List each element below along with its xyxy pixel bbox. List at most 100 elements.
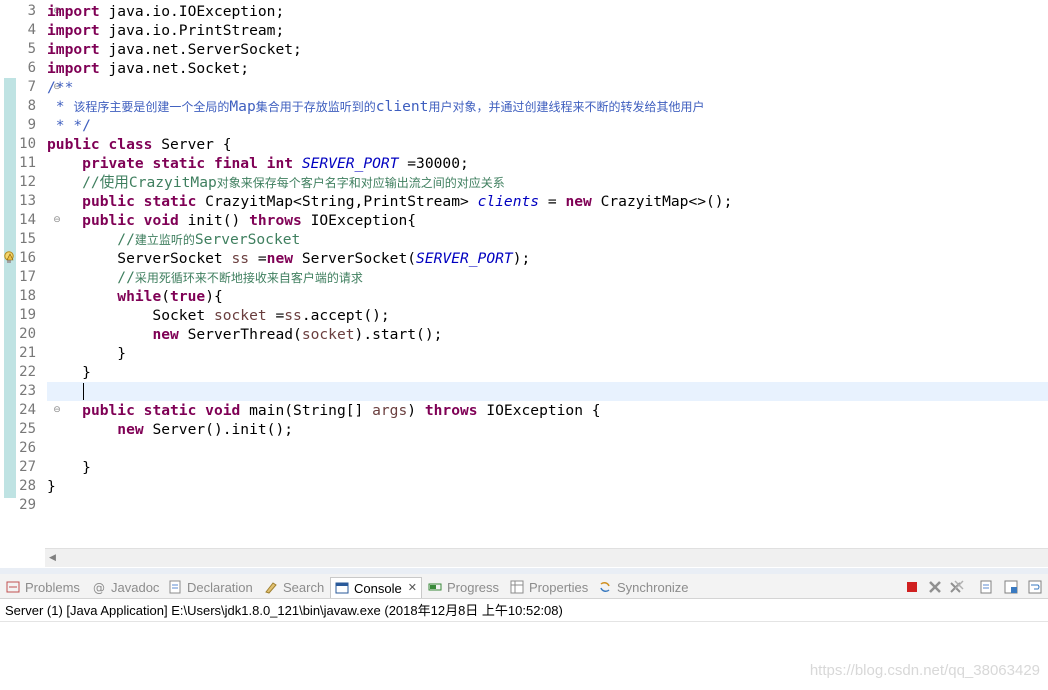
code-token: * xyxy=(47,98,74,115)
code-token: IOException { xyxy=(477,402,601,419)
line-number: 12 xyxy=(19,174,36,190)
line-number: 7 xyxy=(27,79,36,95)
line-number: 13 xyxy=(19,193,36,209)
tab-search[interactable]: Search xyxy=(264,577,324,597)
problems-icon xyxy=(6,580,20,594)
clear-console-icon[interactable] xyxy=(978,579,994,595)
code-token: public class xyxy=(47,136,153,153)
code-line[interactable]: ServerSocket ss =new ServerSocket(SERVER… xyxy=(47,249,1048,268)
code-token: IOException{ xyxy=(301,212,417,229)
code-line[interactable]: public static CrazyitMap<String,PrintStr… xyxy=(47,192,1048,211)
code-token: args xyxy=(372,402,408,419)
code-token: 建立监听的 xyxy=(134,233,195,247)
remove-launch-icon[interactable] xyxy=(927,579,943,595)
code-token: ServerSocket xyxy=(47,250,232,267)
tab-label: Progress xyxy=(447,579,500,595)
code-line[interactable]: while(true){ xyxy=(47,287,1048,306)
code-token: import xyxy=(47,60,100,77)
code-token: SERVER_PORT xyxy=(416,250,513,267)
tab-label: Javadoc xyxy=(111,579,160,595)
code-line[interactable]: //建立监听的ServerSocket xyxy=(47,230,1048,249)
line-number: 28 xyxy=(19,478,36,494)
code-line[interactable]: import java.net.ServerSocket; xyxy=(47,40,1048,59)
tab-progress[interactable]: Progress xyxy=(428,577,499,597)
code-token: public static xyxy=(82,193,197,210)
code-line[interactable]: public static void main(String[] args) t… xyxy=(47,401,1048,420)
code-token: Socket xyxy=(47,307,214,324)
code-token: //使用 xyxy=(47,174,129,191)
code-token: /** xyxy=(47,79,74,96)
horizontal-scrollbar[interactable]: ◀ xyxy=(45,548,1048,567)
code-token: java.net.Socket; xyxy=(99,60,250,77)
tab-console[interactable]: Console ✕ xyxy=(330,577,422,598)
tab-synchronize[interactable]: Synchronize xyxy=(598,577,689,597)
console-launch-label: Server (1) [Java Application] E:\Users\j… xyxy=(0,600,1048,622)
close-tab-icon[interactable]: ✕ xyxy=(408,579,417,598)
code-line[interactable] xyxy=(47,382,1048,401)
tab-label: Properties xyxy=(529,579,589,595)
code-line[interactable]: import java.io.PrintStream; xyxy=(47,21,1048,40)
line-number: 8 xyxy=(27,98,36,114)
code-token: import xyxy=(47,22,100,39)
tab-label: Declaration xyxy=(187,579,253,595)
code-token: ss xyxy=(284,307,302,324)
code-area[interactable]: import java.io.IOException; import java.i… xyxy=(47,2,1048,515)
code-token: CrazyitMap xyxy=(128,174,217,191)
code-line[interactable] xyxy=(47,439,1048,458)
code-token: * */ xyxy=(47,117,91,134)
code-line[interactable]: * 该程序主要是创建一个全局的Map集合用于存放监听到的client用户对象，并… xyxy=(47,97,1048,116)
tab-label: Console xyxy=(354,580,402,596)
code-token: = xyxy=(266,307,285,324)
code-editor[interactable]: 3 ⊖ 4 5 6 7 ⊖ 8 9 10 11 12 13 14 ⊖ 15 16 17 18 19 20 21 22 23 24… xyxy=(0,0,1048,568)
code-line[interactable]: new ServerThread(socket).start(); xyxy=(47,325,1048,344)
terminate-icon[interactable] xyxy=(904,579,920,595)
bottom-panel: Problems @ Javadoc Declaration Search Console… xyxy=(0,568,1048,690)
code-line[interactable]: Socket socket =ss.accept(); xyxy=(47,306,1048,325)
code-line[interactable]: import java.net.Socket; xyxy=(47,59,1048,78)
code-line[interactable]: //采用死循环来不断地接收来自客户端的请求 xyxy=(47,268,1048,287)
code-line[interactable]: } xyxy=(47,363,1048,382)
line-number: 29 xyxy=(19,497,36,513)
code-line[interactable]: private static final int SERVER_PORT =30… xyxy=(47,154,1048,173)
code-token: SERVER_PORT xyxy=(301,155,399,172)
code-line[interactable]: //使用CrazyitMap对象来保存每个客户名字和对应输出流之间的对应关系 xyxy=(47,173,1048,192)
line-number: 25 xyxy=(19,421,36,437)
tab-label: Problems xyxy=(25,579,80,595)
code-line[interactable]: } xyxy=(47,344,1048,363)
scroll-left-icon[interactable]: ◀ xyxy=(49,553,56,563)
code-line[interactable]: new Server().init(); xyxy=(47,420,1048,439)
code-line[interactable]: public void init() throws IOException{ xyxy=(47,211,1048,230)
remove-all-launches-icon[interactable] xyxy=(949,579,965,595)
line-number: 26 xyxy=(19,440,36,456)
tab-javadoc[interactable]: @ Javadoc xyxy=(92,577,159,597)
code-line[interactable]: } xyxy=(47,458,1048,477)
tab-problems[interactable]: Problems xyxy=(6,577,80,597)
code-line[interactable]: /** xyxy=(47,78,1048,97)
line-number: 27 xyxy=(19,459,36,475)
code-line[interactable]: public class Server { xyxy=(47,135,1048,154)
code-token: java.io.PrintStream; xyxy=(99,22,285,39)
synchronize-icon xyxy=(598,580,612,594)
code-token: 采用死循环来不断地接收来自客户端的请求 xyxy=(134,271,363,285)
code-token: Server { xyxy=(152,136,232,153)
progress-icon xyxy=(428,580,442,594)
code-line[interactable] xyxy=(47,496,1048,515)
code-token: ); xyxy=(512,250,531,267)
code-token: new xyxy=(266,250,294,267)
console-icon xyxy=(335,581,349,595)
word-wrap-icon[interactable] xyxy=(1027,579,1043,595)
panel-tab-bar: Problems @ Javadoc Declaration Search Console… xyxy=(0,574,1048,599)
code-line[interactable]: } xyxy=(47,477,1048,496)
tab-label: Synchronize xyxy=(617,579,689,595)
code-token: } xyxy=(47,345,127,362)
line-number: 3 xyxy=(27,3,36,19)
code-line[interactable]: import java.io.IOException; xyxy=(47,2,1048,21)
code-token: Map xyxy=(229,98,256,115)
code-line[interactable]: * */ xyxy=(47,116,1048,135)
tab-properties[interactable]: Properties xyxy=(510,577,588,597)
code-token: new xyxy=(152,326,179,343)
tab-declaration[interactable]: Declaration xyxy=(168,577,253,597)
scroll-lock-icon[interactable] xyxy=(1003,579,1019,595)
